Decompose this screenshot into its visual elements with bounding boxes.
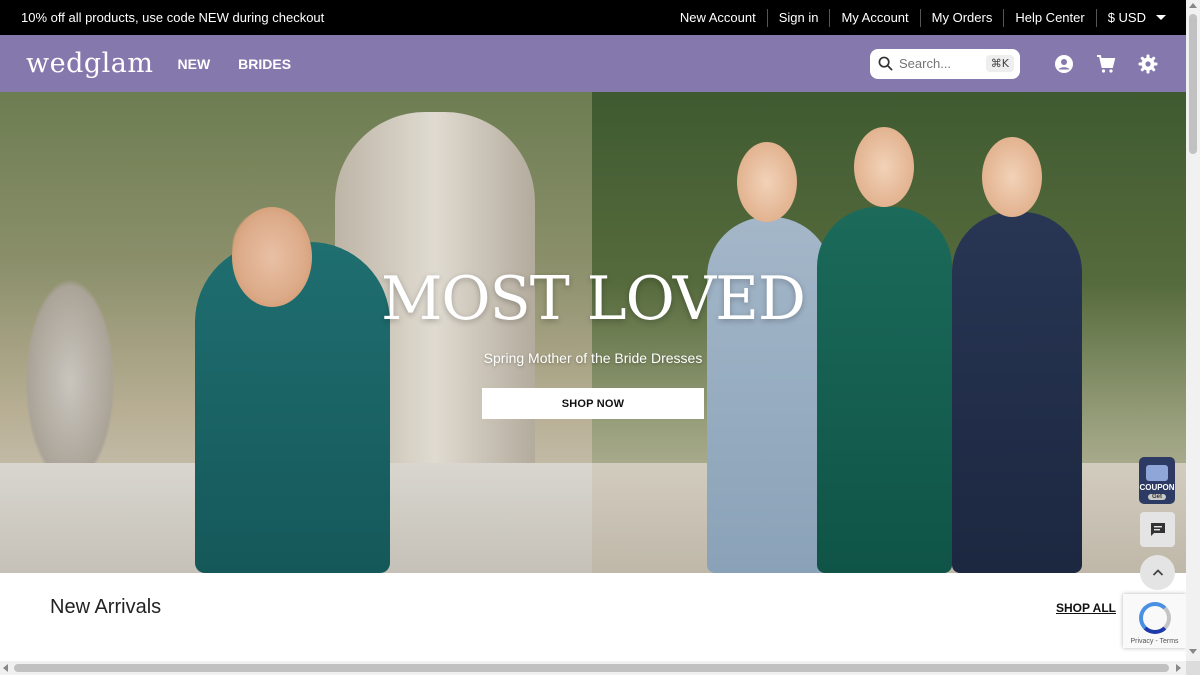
scroll-right-icon[interactable] [1176, 664, 1181, 672]
cart-button[interactable] [1094, 52, 1118, 76]
chevron-up-icon [1152, 568, 1163, 576]
help-center-link[interactable]: Help Center [1004, 8, 1097, 27]
section-title: New Arrivals [50, 596, 162, 618]
user-icon [1055, 54, 1073, 73]
horizontal-scrollbar[interactable] [0, 661, 1186, 675]
hero-content: MOST LOVED Spring Mother of the Bride Dr… [0, 92, 1186, 573]
vertical-scroll-thumb[interactable] [1189, 14, 1197, 154]
recaptcha-text: Privacy - Terms [1130, 638, 1179, 645]
new-account-link[interactable]: New Account [669, 8, 768, 27]
shop-now-button[interactable]: SHOP NOW [482, 388, 704, 419]
sign-in-link[interactable]: Sign in [768, 8, 831, 27]
chat-icon [1150, 522, 1165, 536]
account-button[interactable] [1052, 52, 1076, 76]
my-account-link[interactable]: My Account [830, 8, 921, 27]
recaptcha-badge[interactable]: Privacy - Terms [1123, 594, 1186, 648]
cart-icon [1097, 54, 1116, 73]
shop-all-link[interactable]: SHOP ALL [1056, 601, 1116, 615]
search-box[interactable]: ⌘K [870, 48, 1020, 79]
gear-icon [1138, 54, 1158, 73]
coupon-ticket-icon [1146, 465, 1168, 481]
hero-banner[interactable]: MOST LOVED Spring Mother of the Bride Dr… [0, 92, 1186, 573]
chat-button[interactable] [1140, 512, 1175, 547]
hero-title: MOST LOVED [380, 264, 806, 334]
coupon-tag: Get [1147, 494, 1166, 500]
main-nav: wedglam NEW BRIDES ⌘K [0, 35, 1186, 92]
search-icon [878, 56, 893, 71]
site-logo[interactable]: wedglam [26, 48, 154, 79]
settings-button[interactable] [1136, 52, 1160, 76]
currency-label: $ USD [1107, 10, 1146, 25]
promo-bar: 10% off all products, use code NEW durin… [0, 0, 1186, 35]
utility-links: New Account Sign in My Account My Orders… [669, 0, 1166, 35]
search-input[interactable] [899, 56, 979, 71]
currency-selector[interactable]: $ USD [1097, 10, 1166, 25]
coupon-widget[interactable]: COUPON Get [1139, 457, 1175, 504]
horizontal-scroll-thumb[interactable] [14, 664, 1169, 672]
hero-subtitle: Spring Mother of the Bride Dresses [483, 350, 703, 366]
nav-new[interactable]: NEW [178, 56, 211, 72]
search-shortcut: ⌘K [985, 55, 1014, 72]
vertical-scrollbar[interactable] [1186, 0, 1200, 675]
chevron-down-icon [1156, 15, 1166, 20]
promo-text: 10% off all products, use code NEW durin… [21, 10, 325, 25]
scrollbar-corner [1186, 661, 1200, 675]
my-orders-link[interactable]: My Orders [921, 8, 1005, 27]
back-to-top-button[interactable] [1140, 555, 1175, 590]
coupon-label: COUPON [1139, 483, 1175, 492]
recaptcha-icon [1138, 602, 1171, 634]
scroll-up-icon[interactable] [1189, 3, 1197, 8]
scroll-left-icon[interactable] [3, 664, 8, 672]
scroll-down-icon[interactable] [1189, 649, 1197, 654]
nav-brides[interactable]: BRIDES [238, 56, 291, 72]
